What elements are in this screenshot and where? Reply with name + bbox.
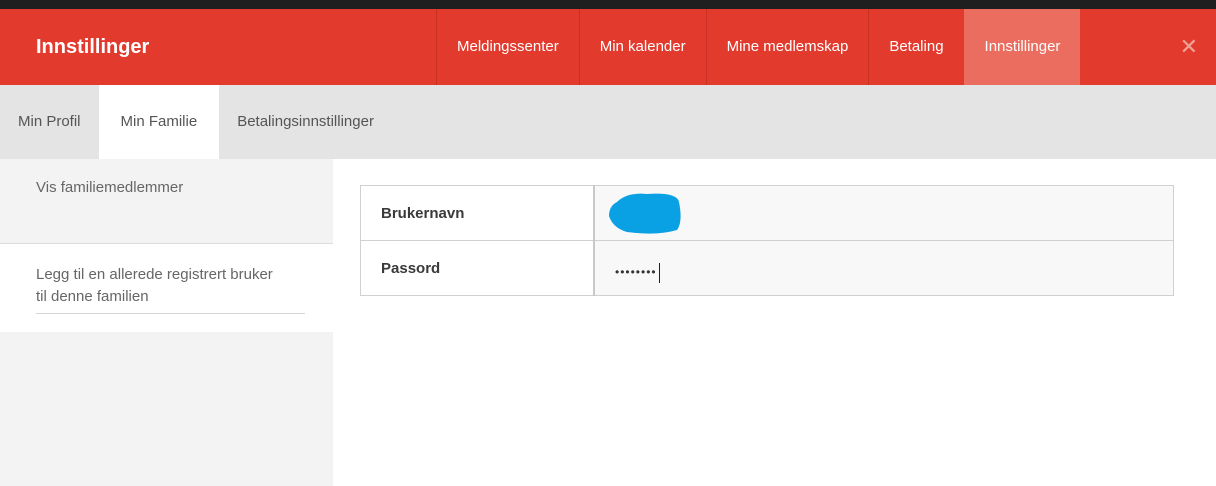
nav-betaling[interactable]: Betaling xyxy=(868,9,963,85)
password-label: Passord xyxy=(360,240,595,296)
nav-innstillinger[interactable]: Innstillinger xyxy=(963,9,1081,85)
password-value: •••••••• xyxy=(615,263,660,283)
text-cursor xyxy=(658,263,660,283)
username-row: Brukernavn xyxy=(360,185,1174,241)
password-field[interactable]: •••••••• xyxy=(593,240,1174,296)
divider xyxy=(36,313,305,314)
tab-betalingsinnstillinger[interactable]: Betalingsinnstillinger xyxy=(219,85,392,159)
sidebar-item-legg-til-bruker[interactable]: Legg til en allerede registrert bruker t… xyxy=(0,243,333,332)
username-label: Brukernavn xyxy=(360,185,595,241)
tab-min-profil[interactable]: Min Profil xyxy=(0,85,99,159)
sidebar: Vis familiemedlemmer Legg til en allered… xyxy=(0,159,333,486)
page-title: Innstillinger xyxy=(36,36,150,58)
close-icon[interactable]: ✕ xyxy=(1180,9,1198,85)
redaction-mark xyxy=(609,193,681,234)
nav-mine-medlemskap[interactable]: Mine medlemskap xyxy=(705,9,869,85)
nav-meldingssenter[interactable]: Meldingssenter xyxy=(436,9,579,85)
top-strip xyxy=(0,0,1216,9)
password-row: Passord •••••••• xyxy=(360,240,1174,296)
login-form: Brukernavn Passord •••••••• xyxy=(360,185,1174,296)
username-field[interactable] xyxy=(593,185,1174,241)
sidebar-item-label: Legg til en allerede registrert bruker t… xyxy=(36,266,273,305)
sidebar-item-vis-familiemedlemmer[interactable]: Vis familiemedlemmer xyxy=(0,159,333,225)
tab-min-familie[interactable]: Min Familie xyxy=(98,85,220,159)
nav-min-kalender[interactable]: Min kalender xyxy=(578,9,706,85)
sidebar-item-label: Vis familiemedlemmer xyxy=(36,179,184,196)
app-header: Innstillinger Meldingssenter Min kalende… xyxy=(0,9,1216,85)
content-area: Vis familiemedlemmer Legg til en allered… xyxy=(0,159,1216,486)
main-nav: Meldingssenter Min kalender Mine medlems… xyxy=(436,9,1081,85)
sub-nav: Min Profil Min Familie Betalingsinnstill… xyxy=(0,85,1216,159)
